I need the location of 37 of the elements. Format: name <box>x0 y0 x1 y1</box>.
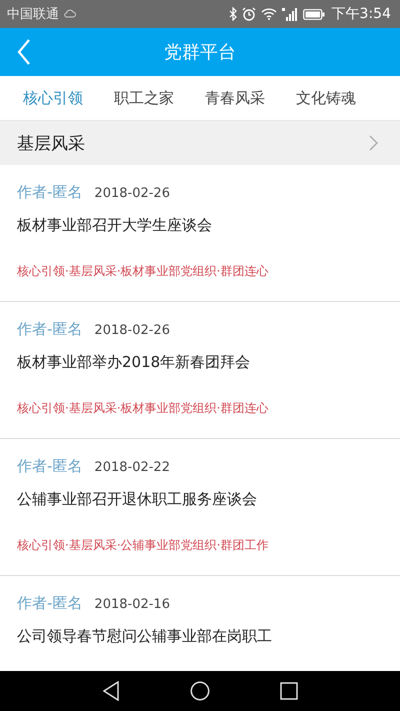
article-author: 作者-匿名 <box>17 457 82 476</box>
article-title: 板材事业部召开大学生座谈会 <box>17 216 213 235</box>
recents-square-icon[interactable] <box>280 682 298 700</box>
article-author: 作者-匿名 <box>17 183 82 202</box>
chevron-right-icon <box>369 135 378 151</box>
article-author: 作者-匿名 <box>17 594 82 613</box>
article-item[interactable]: 作者-匿名 2018-02-22 公辅事业部召开退休职工服务座谈会 核心引领·基层风采·公辅事业部党组织·群团工作 <box>0 439 400 576</box>
cloud-icon <box>64 9 76 19</box>
article-item[interactable]: 作者-匿名 2018-02-26 板材事业部举办2018年新春团拜会 核心引领·基层风采·板材事业部党组织·群团连心 <box>0 302 400 439</box>
article-tags: 核心引领·基层风采·公辅事业部党组织·群团工作 <box>17 537 383 554</box>
home-circle-icon[interactable] <box>190 681 210 701</box>
category-tab[interactable]: 核心引领 <box>12 84 94 112</box>
clock-time: 下午3:54 <box>332 5 391 23</box>
article-author: 作者-匿名 <box>17 320 82 339</box>
section-header[interactable]: 基层风采 <box>0 121 400 165</box>
article-date: 2018-02-26 <box>94 186 170 201</box>
wifi-icon <box>260 8 277 20</box>
article-title: 板材事业部举办2018年新春团拜会 <box>17 353 252 372</box>
back-triangle-icon[interactable] <box>102 681 120 701</box>
page-title: 党群平台 <box>164 41 236 64</box>
battery-icon <box>302 8 325 20</box>
article-date: 2018-02-26 <box>94 323 170 338</box>
article-date: 2018-02-16 <box>94 597 170 612</box>
back-icon[interactable] <box>17 39 31 65</box>
article-title: 公司领导春节慰问公辅事业部在岗职工 <box>17 627 273 646</box>
category-tab[interactable]: 青春风采 <box>194 84 276 112</box>
article-item[interactable]: 作者-匿名 2018-02-26 板材事业部召开大学生座谈会 核心引领·基层风采·板材事业部党组织·群团连心 <box>0 165 400 302</box>
carrier-name: 中国联通 <box>7 6 59 23</box>
category-tab[interactable]: 文化铸魂 <box>285 84 367 112</box>
category-tab[interactable]: 职工之家 <box>103 84 185 112</box>
article-date: 2018-02-22 <box>94 460 170 475</box>
article-tags: 核心引领·基层风采·板材事业部党组织·群团连心 <box>17 263 383 280</box>
article-tags: 核心引领·基层风采·板材事业部党组织·群团连心 <box>17 400 383 417</box>
article-title: 公辅事业部召开退休职工服务座谈会 <box>17 490 258 509</box>
bluetooth-icon <box>228 7 237 21</box>
signal-icon <box>282 7 298 21</box>
alarm-icon <box>242 7 256 21</box>
